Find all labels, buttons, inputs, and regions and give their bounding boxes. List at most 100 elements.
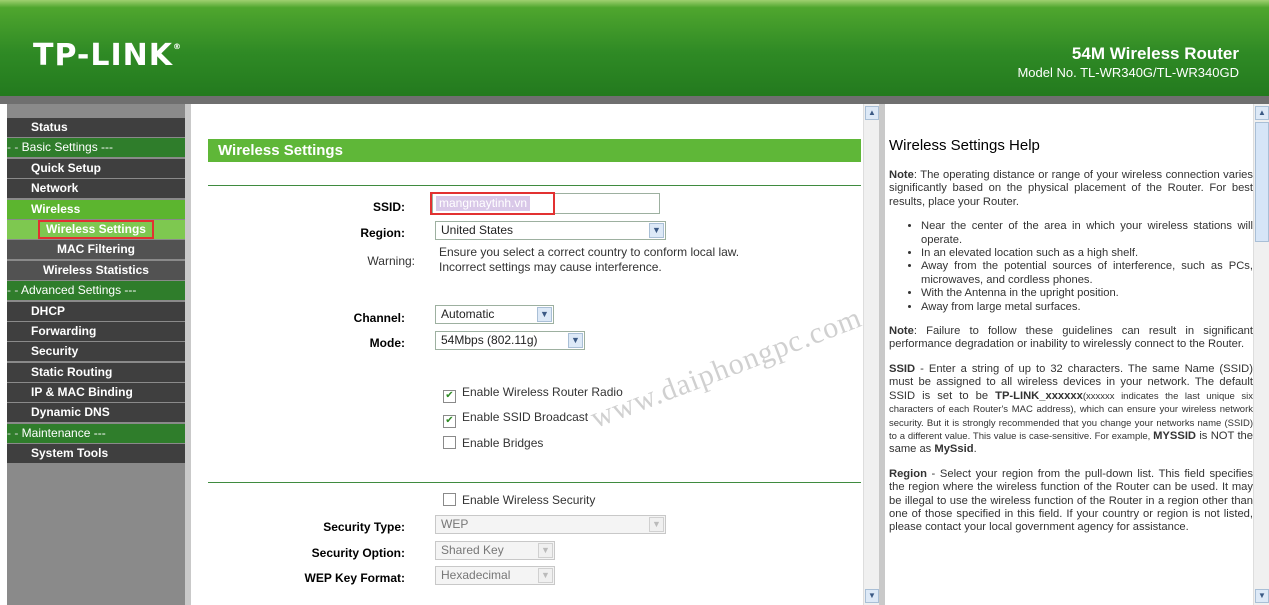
enable-radio-label: Enable Wireless Router Radio [462, 385, 623, 399]
page-title: Wireless Settings [208, 139, 861, 162]
help-scrollbar[interactable]: ▲ ▼ [1253, 104, 1269, 605]
checkbox-checked-icon: ✔ [443, 415, 456, 428]
chevron-down-icon: ▼ [649, 223, 664, 238]
sidebar-item-forwarding[interactable]: Forwarding [7, 321, 185, 341]
checkbox-unchecked-icon [443, 436, 456, 449]
scroll-down-icon[interactable]: ▼ [865, 589, 879, 603]
sidebar-item-static-routing[interactable]: Static Routing [7, 362, 185, 382]
help-bullet: In an elevated location such as a high s… [921, 247, 1253, 260]
sidebar-section-basic-settings[interactable]: Basic Settings --- [7, 138, 185, 158]
sidebar-item-wireless-settings-label: Wireless Settings [38, 219, 154, 239]
warning-line-2: Incorrect settings may cause interferenc… [439, 260, 662, 274]
help-bullet: Near the center of the area in which you… [921, 220, 1253, 247]
security-type-value: WEP [441, 517, 469, 531]
section-divider-bottom [208, 482, 861, 483]
tp-link-logo: TP-LINK® [33, 38, 182, 73]
sidebar-section-advanced-settings[interactable]: Advanced Settings --- [7, 281, 185, 301]
help-panel: Wireless Settings Help Note: The operati… [885, 104, 1255, 605]
sidebar-item-network[interactable]: Network [7, 179, 185, 199]
help-ssid-default: TP-LINK_xxxxxx [995, 389, 1083, 402]
help-region: Region - Select your region from the pul… [889, 468, 1253, 535]
help-region-label: Region [889, 467, 927, 480]
sidebar-item-quick-setup[interactable]: Quick Setup [7, 158, 185, 178]
help-bullet: Away from the potential sources of inter… [921, 260, 1253, 287]
security-type-select[interactable]: WEP ▼ [435, 515, 666, 534]
help-bullet: With the Antenna in the upright position… [921, 287, 1253, 300]
scroll-thumb[interactable] [1255, 122, 1269, 242]
wep-key-format-value: Hexadecimal [441, 568, 511, 582]
enable-broadcast-checkbox[interactable]: ✔ Enable SSID Broadcast [443, 409, 589, 428]
wep-key-format-select[interactable]: Hexadecimal ▼ [435, 566, 555, 585]
enable-radio-checkbox[interactable]: ✔ Enable Wireless Router Radio [443, 384, 623, 403]
help-ssid: SSID - Enter a string of up to 32 charac… [889, 363, 1253, 457]
enable-bridges-label: Enable Bridges [462, 436, 544, 450]
warning-line-1: Ensure you select a correct country to c… [439, 245, 740, 259]
security-option-label: Security Option: [311, 546, 405, 560]
channel-select[interactable]: Automatic ▼ [435, 305, 554, 324]
help-ssid-example-2: MySsid [934, 443, 974, 456]
channel-value: Automatic [441, 307, 495, 321]
sidebar-item-wireless-statistics[interactable]: Wireless Statistics [7, 260, 185, 280]
help-bullet-list: Near the center of the area in which you… [889, 220, 1253, 314]
sidebar-section-maintenance[interactable]: Maintenance --- [7, 423, 185, 443]
sidebar-item-security[interactable]: Security [7, 342, 185, 362]
help-note-2-text: : Failure to follow these guidelines can… [889, 325, 1253, 351]
help-bullet: Away from large metal surfaces. [921, 301, 1253, 314]
help-text: Note: The operating distance or range of… [889, 169, 1253, 546]
sidebar-item-system-tools[interactable]: System Tools [7, 444, 185, 464]
chevron-down-icon: ▼ [649, 517, 664, 532]
help-ssid-label: SSID [889, 362, 916, 375]
chevron-down-icon: ▼ [538, 543, 553, 558]
sidebar-item-mac-filtering[interactable]: MAC Filtering [7, 240, 185, 260]
ssid-label: SSID: [372, 200, 405, 214]
help-note-2-label: Note [889, 325, 914, 338]
checkbox-unchecked-icon [443, 493, 456, 506]
main-content: Wireless Settings SSID: mangmaytinh.vn R… [191, 104, 866, 605]
sidebar-menu: Status Basic Settings --- Quick Setup Ne… [7, 118, 185, 465]
enable-security-checkbox[interactable]: Enable Wireless Security [443, 492, 595, 508]
model-number: Model No. TL-WR340G/TL-WR340GD [1017, 65, 1239, 80]
region-label: Region: [360, 226, 405, 240]
chevron-down-icon: ▼ [568, 333, 583, 348]
sidebar-item-dynamic-dns[interactable]: Dynamic DNS [7, 403, 185, 423]
mode-label: Mode: [369, 336, 405, 350]
header-divider [0, 96, 1269, 104]
header-banner: TP-LINK® 54M Wireless Router Model No. T… [0, 0, 1269, 96]
ssid-highlight [430, 192, 555, 215]
help-note-1: Note: The operating distance or range of… [889, 169, 1253, 209]
sidebar-item-wireless-settings[interactable]: Wireless Settings [7, 219, 185, 239]
main-scrollbar[interactable]: ▲ ▼ [863, 104, 880, 605]
scroll-up-icon[interactable]: ▲ [1255, 106, 1269, 120]
help-ssid-example-1: MYSSID [1153, 429, 1197, 442]
help-note-1-label: Note [889, 169, 914, 181]
security-type-label: Security Type: [323, 520, 405, 534]
enable-broadcast-label: Enable SSID Broadcast [462, 410, 589, 424]
mode-value: 54Mbps (802.11g) [441, 333, 538, 347]
help-ssid-text-4: . [973, 443, 977, 456]
channel-label: Channel: [353, 311, 405, 325]
chevron-down-icon: ▼ [537, 307, 552, 322]
region-value: United States [441, 223, 514, 237]
help-note-2: Note: Failure to follow these guidelines… [889, 325, 1253, 352]
logo-text: TP-LINK [33, 38, 174, 73]
watermark: www.daiphongpc.com [586, 300, 867, 435]
scroll-down-icon[interactable]: ▼ [1255, 589, 1269, 603]
mode-select[interactable]: 54Mbps (802.11g) ▼ [435, 331, 585, 350]
sidebar-item-ip-mac-binding[interactable]: IP & MAC Binding [7, 383, 185, 403]
region-select[interactable]: United States ▼ [435, 221, 666, 240]
enable-security-label: Enable Wireless Security [462, 493, 596, 507]
sidebar-item-dhcp[interactable]: DHCP [7, 301, 185, 321]
chevron-down-icon: ▼ [538, 568, 553, 583]
warning-label: Warning: [367, 254, 415, 268]
security-option-select[interactable]: Shared Key ▼ [435, 541, 555, 560]
sidebar: Status Basic Settings --- Quick Setup Ne… [7, 104, 185, 605]
sidebar-item-status[interactable]: Status [7, 118, 185, 137]
enable-bridges-checkbox[interactable]: Enable Bridges [443, 435, 543, 451]
sidebar-item-wireless[interactable]: Wireless [7, 199, 185, 219]
scroll-up-icon[interactable]: ▲ [865, 106, 879, 120]
logo-registered-mark: ® [173, 42, 183, 51]
help-region-text: - Select your region from the pull-down … [889, 467, 1253, 534]
security-option-value: Shared Key [441, 543, 504, 557]
product-name: 54M Wireless Router [1071, 44, 1239, 63]
wep-key-format-label: WEP Key Format: [304, 571, 405, 585]
